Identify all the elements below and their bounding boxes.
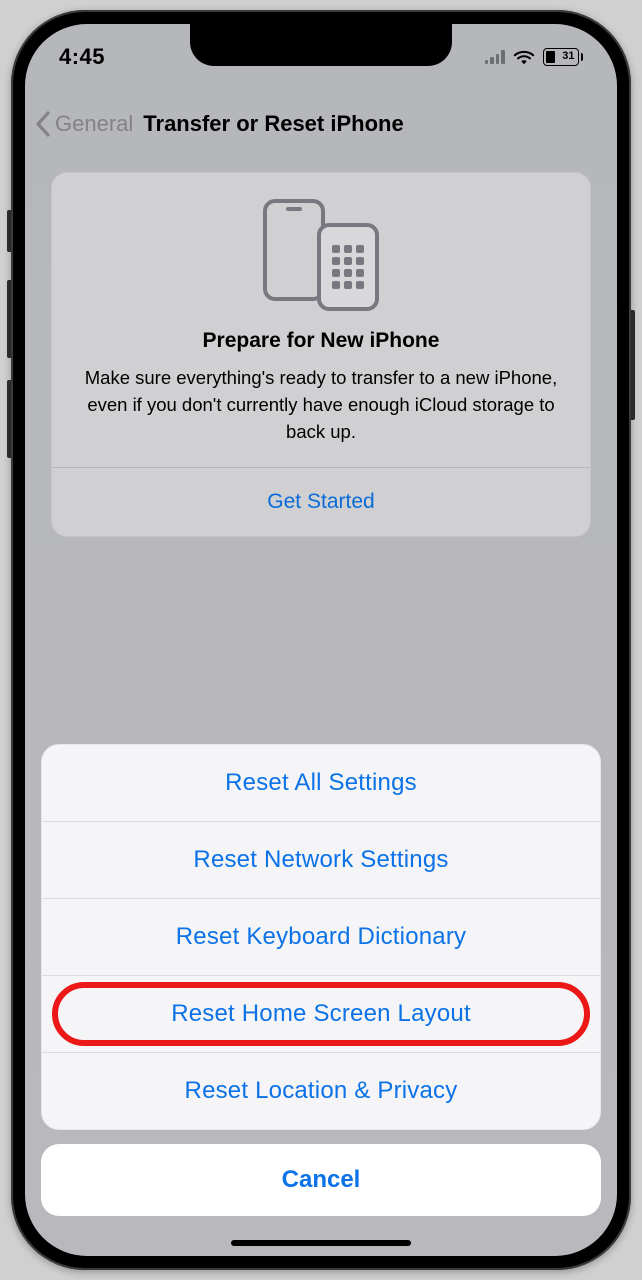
sheet-item-reset-network-settings[interactable]: Reset Network Settings (42, 822, 600, 899)
new-phone-icon (317, 223, 379, 311)
chevron-left-icon (35, 111, 51, 137)
sheet-item-reset-location-privacy[interactable]: Reset Location & Privacy (42, 1053, 600, 1129)
card-title: Prepare for New iPhone (74, 329, 568, 353)
notch (190, 24, 452, 66)
reset-action-sheet: Reset All Settings Reset Network Setting… (41, 744, 601, 1216)
cellular-signal-icon (485, 50, 505, 64)
power-button (631, 310, 635, 420)
navigation-bar: General Transfer or Reset iPhone (25, 96, 617, 152)
get-started-button[interactable]: Get Started (74, 468, 568, 536)
status-icons: 31 (485, 38, 584, 66)
sheet-item-label: Reset Network Settings (193, 846, 448, 873)
home-indicator[interactable] (231, 1240, 411, 1246)
old-phone-icon (263, 199, 325, 301)
transfer-icon (74, 199, 568, 311)
page-title: Transfer or Reset iPhone (143, 111, 403, 137)
sheet-item-label: Reset Keyboard Dictionary (176, 923, 466, 950)
prepare-card: Prepare for New iPhone Make sure everyth… (51, 172, 591, 537)
back-label: General (55, 111, 133, 137)
back-button[interactable]: General (35, 111, 133, 137)
mute-switch (7, 210, 11, 252)
sheet-item-label: Reset Location & Privacy (185, 1077, 458, 1104)
status-time: 4:45 (59, 34, 105, 70)
battery-icon: 31 (543, 48, 584, 66)
cancel-button[interactable]: Cancel (41, 1144, 601, 1216)
sheet-cancel-group: Cancel (41, 1144, 601, 1216)
battery-percentage: 31 (562, 50, 574, 62)
sheet-item-reset-home-screen-layout[interactable]: Reset Home Screen Layout (42, 976, 600, 1053)
volume-down-button (7, 380, 11, 458)
sheet-item-label: Reset All Settings (225, 769, 417, 796)
screen: 4:45 31 (25, 24, 617, 1256)
phone-frame: 4:45 31 (11, 10, 631, 1270)
sheet-options: Reset All Settings Reset Network Setting… (41, 744, 601, 1130)
card-body: Make sure everything's ready to transfer… (74, 365, 568, 445)
wifi-icon (513, 48, 535, 66)
sheet-item-reset-keyboard-dictionary[interactable]: Reset Keyboard Dictionary (42, 899, 600, 976)
sheet-item-label: Reset Home Screen Layout (171, 1000, 471, 1027)
sheet-item-reset-all-settings[interactable]: Reset All Settings (42, 745, 600, 822)
volume-up-button (7, 280, 11, 358)
